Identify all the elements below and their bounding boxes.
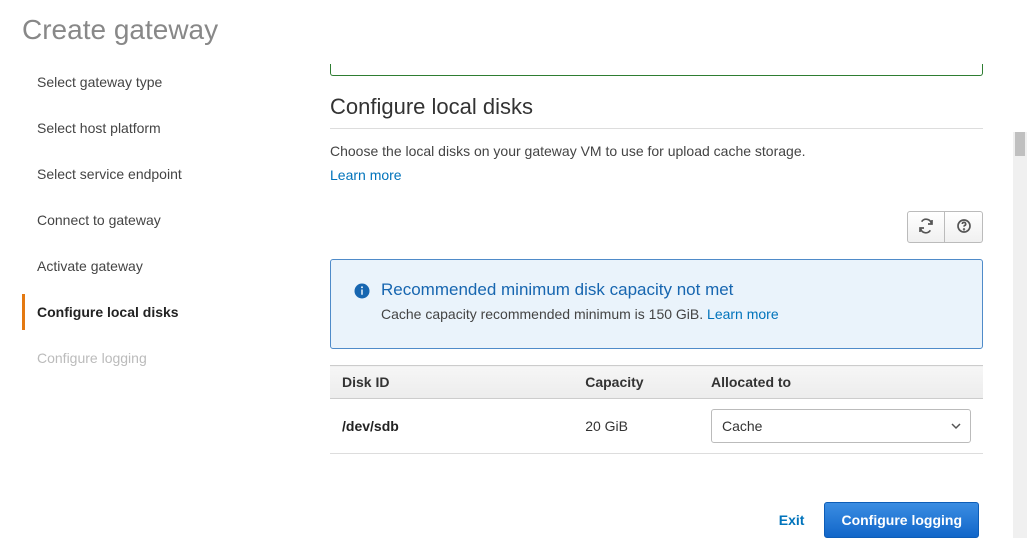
divider: [330, 128, 983, 129]
exit-link[interactable]: Exit: [779, 512, 805, 528]
configure-logging-button[interactable]: Configure logging: [824, 502, 979, 538]
disks-table: Disk ID Capacity Allocated to /dev/sdb 2…: [330, 365, 983, 454]
sidebar-item-activate-gateway[interactable]: Activate gateway: [22, 248, 300, 284]
success-banner-bottom-edge: [330, 64, 983, 76]
alert-title: Recommended minimum disk capacity not me…: [381, 280, 960, 300]
section-heading: Configure local disks: [330, 94, 983, 120]
alert-learn-more-link[interactable]: Learn more: [707, 306, 779, 322]
col-header-allocated-to: Allocated to: [699, 366, 983, 399]
wizard-sidebar: Select gateway type Select host platform…: [0, 64, 300, 386]
capacity-cell: 20 GiB: [573, 399, 699, 454]
info-alert: Recommended minimum disk capacity not me…: [330, 259, 983, 349]
toolbar: [330, 211, 983, 243]
sidebar-item-select-service-endpoint[interactable]: Select service endpoint: [22, 156, 300, 192]
scrollbar-thumb[interactable]: [1015, 132, 1025, 156]
table-row: /dev/sdb 20 GiB Cache: [330, 399, 983, 454]
col-header-disk-id: Disk ID: [330, 366, 573, 399]
main-panel: Configure local disks Choose the local d…: [300, 64, 1027, 538]
page-title: Create gateway: [0, 0, 1027, 64]
sidebar-item-select-gateway-type[interactable]: Select gateway type: [22, 64, 300, 100]
sidebar-item-configure-local-disks[interactable]: Configure local disks: [22, 294, 300, 330]
section-description: Choose the local disks on your gateway V…: [330, 143, 983, 159]
help-button[interactable]: [945, 211, 983, 243]
select-value: Cache: [722, 418, 762, 434]
footer-actions: Exit Configure logging: [330, 502, 983, 538]
help-icon: [956, 218, 972, 237]
info-icon: [353, 280, 381, 322]
refresh-button[interactable]: [907, 211, 945, 243]
sidebar-item-select-host-platform[interactable]: Select host platform: [22, 110, 300, 146]
sidebar-item-configure-logging: Configure logging: [22, 340, 300, 376]
allocated-to-select[interactable]: Cache: [711, 409, 971, 443]
alert-text: Cache capacity recommended minimum is 15…: [381, 306, 960, 322]
sidebar-item-connect-to-gateway[interactable]: Connect to gateway: [22, 202, 300, 238]
caret-down-icon: [951, 418, 961, 434]
col-header-capacity: Capacity: [573, 366, 699, 399]
learn-more-link[interactable]: Learn more: [330, 167, 402, 183]
disk-id-cell: /dev/sdb: [342, 418, 399, 434]
refresh-icon: [918, 218, 934, 237]
scrollbar[interactable]: [1013, 132, 1027, 538]
